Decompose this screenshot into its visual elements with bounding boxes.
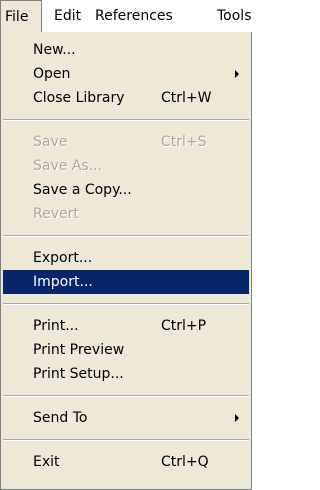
menu-item-new[interactable]: New... (3, 38, 249, 62)
menu-item-export[interactable]: Export... (3, 246, 249, 270)
menu-item-shortcut: Ctrl+Q (161, 454, 209, 470)
chevron-right-icon (235, 414, 239, 422)
menu-item-shortcut: Ctrl+P (161, 318, 207, 334)
menu-item-label: Save As... (33, 158, 103, 174)
menu-item-save-as: Save As... (3, 154, 249, 178)
chevron-right-icon (235, 70, 239, 78)
menu-item-label: Import... (33, 274, 93, 290)
menu-item-label: Open (33, 66, 71, 82)
menu-item-shortcut: Ctrl+W (161, 90, 212, 106)
menu-item-label: Print Setup... (33, 366, 124, 382)
menu-item-label: Export... (33, 250, 93, 266)
menu-item-label: Close Library (33, 90, 125, 106)
menu-item-label: Revert (33, 206, 79, 222)
menu-item-save-copy[interactable]: Save a Copy... (3, 178, 249, 202)
menu-item-label: New... (33, 42, 76, 58)
menu-item-label: Exit (33, 454, 60, 470)
menu-item-label: Print Preview (33, 342, 125, 358)
menu-item-label: Save (33, 134, 68, 150)
menu-item-exit[interactable]: Exit Ctrl+Q (3, 450, 249, 474)
menu-item-label: Print... (33, 318, 79, 334)
menu-item-close-library[interactable]: Close Library Ctrl+W (3, 86, 249, 110)
menu-item-print-setup[interactable]: Print Setup... (3, 362, 249, 386)
menu-references[interactable]: References (95, 0, 173, 32)
menu-item-open[interactable]: Open (3, 62, 249, 86)
menu-item-save: Save Ctrl+S (3, 130, 249, 154)
menu-separator (3, 303, 249, 305)
menu-item-label: Send To (33, 410, 88, 426)
menu-bar: File Edit References Tools (0, 0, 252, 32)
menu-separator (3, 235, 249, 237)
menu-item-send-to[interactable]: Send To (3, 406, 249, 430)
menu-tools[interactable]: Tools (217, 0, 252, 32)
menu-file[interactable]: File (0, 0, 42, 32)
menu-item-revert: Revert (3, 202, 249, 226)
menu-item-print[interactable]: Print... Ctrl+P (3, 314, 249, 338)
menu-separator (3, 119, 249, 121)
menu-item-print-preview[interactable]: Print Preview (3, 338, 249, 362)
file-dropdown-menu: New... Open Close Library Ctrl+W Save Ct… (0, 32, 252, 490)
menu-separator (3, 439, 249, 441)
menu-item-label: Save a Copy... (33, 182, 132, 198)
menu-edit[interactable]: Edit (54, 0, 81, 32)
menu-separator (3, 395, 249, 397)
menu-item-import[interactable]: Import... (3, 270, 249, 294)
menu-item-shortcut: Ctrl+S (161, 134, 207, 150)
